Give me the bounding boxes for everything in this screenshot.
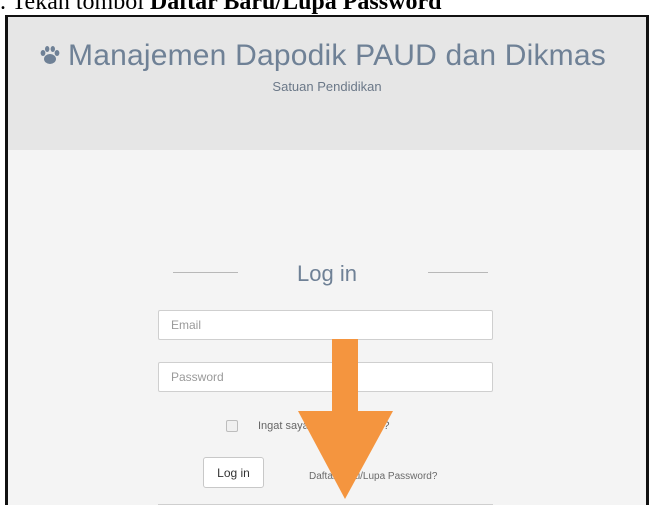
app-title: Manajemen Dapodik PAUD dan Dikmas bbox=[38, 39, 606, 73]
register-forgot-password-link[interactable]: Daftar Baru/Lupa Password? bbox=[309, 471, 437, 482]
divider-right bbox=[428, 272, 488, 273]
caption-prefix: . Tekan tombol bbox=[0, 0, 150, 15]
login-window: Manajemen Dapodik PAUD dan Dikmas Satuan… bbox=[5, 15, 649, 505]
login-heading: Log in bbox=[8, 261, 646, 291]
remember-label: Ingat saya di komputer ini? bbox=[258, 420, 390, 432]
remember-me[interactable]: Ingat saya di komputer ini? bbox=[226, 420, 390, 433]
email-field[interactable] bbox=[158, 310, 493, 340]
form-bottom-divider bbox=[158, 504, 493, 505]
app-title-text: Manajemen Dapodik PAUD dan Dikmas bbox=[68, 39, 606, 72]
remember-checkbox[interactable] bbox=[226, 420, 238, 433]
login-button[interactable]: Log in bbox=[203, 457, 264, 488]
instruction-caption: . Tekan tombol Daftar Baru/Lupa Password bbox=[0, 0, 658, 16]
paw-icon bbox=[40, 46, 60, 65]
caption-highlight: Daftar Baru/Lupa Password bbox=[149, 0, 442, 15]
login-title: Log in bbox=[297, 261, 357, 286]
page-subtitle: Satuan Pendidikan bbox=[272, 79, 382, 94]
page-header: Manajemen Dapodik PAUD dan Dikmas Satuan… bbox=[8, 17, 646, 150]
password-field[interactable] bbox=[158, 362, 493, 392]
